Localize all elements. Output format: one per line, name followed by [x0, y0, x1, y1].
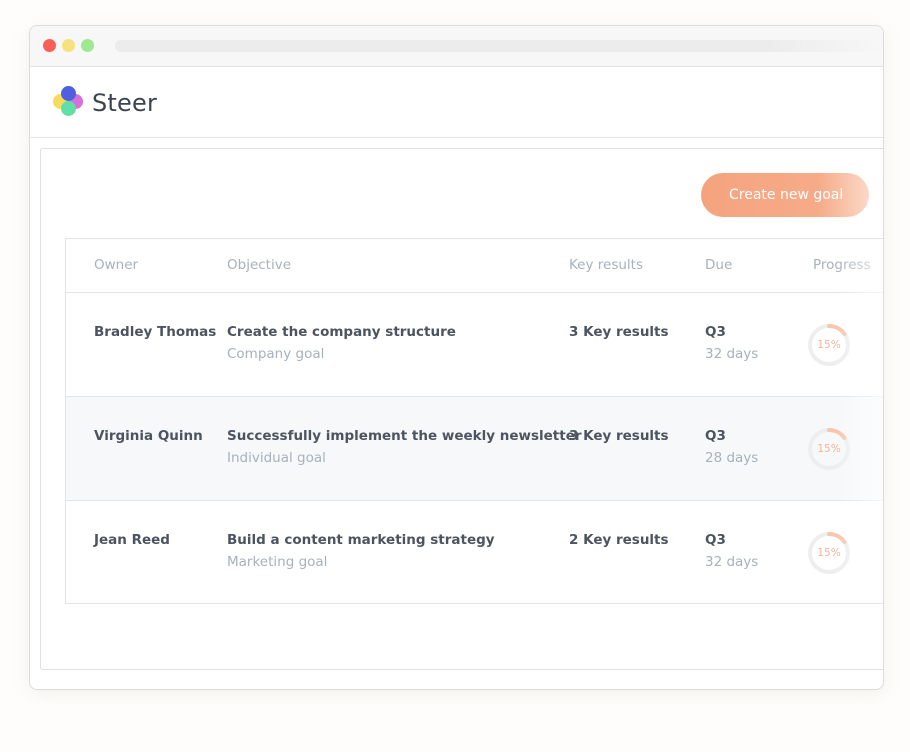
key-results-count[interactable]: 3 Key results	[569, 324, 669, 340]
due-days: 32 days	[705, 346, 759, 362]
table-row[interactable]: Virginia Quinn Successfully implement th…	[66, 397, 883, 501]
create-goal-button[interactable]: Create new goal	[701, 173, 869, 217]
due-quarter: Q3	[705, 324, 726, 340]
progress-ring: 15%	[807, 531, 851, 575]
address-bar[interactable]	[115, 40, 883, 52]
key-results-count[interactable]: 2 Key results	[569, 532, 669, 548]
due-days: 28 days	[705, 450, 759, 466]
table-row[interactable]: Jean Reed Build a content marketing stra…	[66, 501, 883, 604]
header-progress[interactable]: Progress	[813, 257, 871, 273]
app-name: Steer	[92, 89, 158, 117]
close-window-button[interactable]	[43, 39, 56, 52]
progress-percent: 15%	[817, 443, 841, 455]
progress-ring: 15%	[807, 323, 851, 367]
goals-table: Owner Objective Key results Due Progress…	[65, 238, 883, 604]
window-titlebar	[30, 26, 883, 67]
minimize-window-button[interactable]	[62, 39, 75, 52]
owner-name: Bradley Thomas	[94, 324, 217, 340]
goal-type: Individual goal	[227, 450, 326, 466]
goal-type: Company goal	[227, 346, 325, 362]
due-quarter: Q3	[705, 428, 726, 444]
due-days: 32 days	[705, 554, 759, 570]
owner-name: Jean Reed	[94, 532, 170, 548]
header-owner[interactable]: Owner	[94, 257, 138, 273]
objective-title[interactable]: Build a content marketing strategy	[227, 532, 495, 548]
owner-name: Virginia Quinn	[94, 428, 203, 444]
steer-logo-icon	[52, 85, 86, 119]
header-due[interactable]: Due	[705, 257, 732, 273]
key-results-count[interactable]: 3 Key results	[569, 428, 669, 444]
progress-ring: 15%	[807, 427, 851, 471]
objective-title[interactable]: Create the company structure	[227, 324, 456, 340]
progress-percent: 15%	[817, 339, 841, 351]
app-header: Steer	[30, 67, 883, 138]
progress-percent: 15%	[817, 547, 841, 559]
browser-window: Steer Create new goal Owner Objective Ke…	[29, 25, 884, 690]
header-key-results[interactable]: Key results	[569, 257, 643, 273]
table-row[interactable]: Bradley Thomas Create the company struct…	[66, 293, 883, 397]
header-objective[interactable]: Objective	[227, 257, 291, 273]
objective-title[interactable]: Successfully implement the weekly newsle…	[227, 428, 582, 444]
table-header: Owner Objective Key results Due Progress	[66, 239, 883, 293]
due-quarter: Q3	[705, 532, 726, 548]
goals-panel: Create new goal Owner Objective Key resu…	[40, 148, 883, 670]
goal-type: Marketing goal	[227, 554, 328, 570]
maximize-window-button[interactable]	[81, 39, 94, 52]
